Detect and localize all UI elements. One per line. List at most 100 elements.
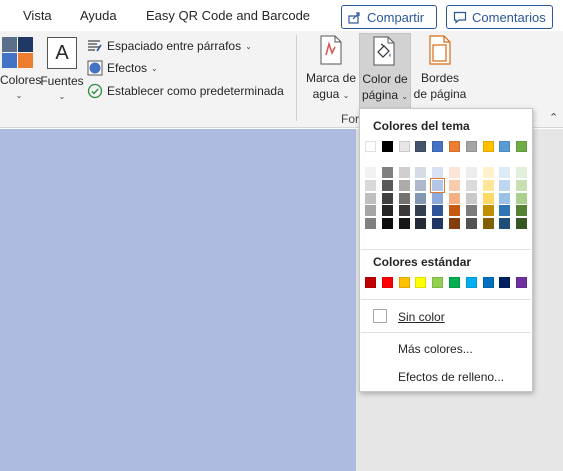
theme-shade-swatch[interactable] xyxy=(365,167,376,178)
effects-button[interactable]: Efectos ⌄ xyxy=(87,59,158,77)
theme-shade-swatch[interactable] xyxy=(516,179,528,191)
theme-shade-swatch[interactable] xyxy=(449,192,460,204)
theme-shade-swatch[interactable] xyxy=(381,205,393,217)
watermark-button[interactable]: Marca de agua ⌄ xyxy=(305,35,357,104)
no-color-option[interactable]: Sin color xyxy=(398,310,445,324)
theme-shade-swatch[interactable] xyxy=(516,205,528,217)
theme-shade-swatch[interactable] xyxy=(432,218,444,230)
standard-color-swatch[interactable] xyxy=(449,277,460,288)
theme-shade-swatch[interactable] xyxy=(499,167,511,178)
theme-shade-swatch[interactable] xyxy=(465,167,477,178)
comment-icon xyxy=(453,11,467,24)
checkmark-circle-icon xyxy=(87,83,103,99)
more-colors-option[interactable]: Más colores... xyxy=(398,342,473,356)
standard-color-swatch[interactable] xyxy=(432,277,444,288)
theme-shade-swatch[interactable] xyxy=(465,179,477,191)
effects-icon xyxy=(87,60,103,76)
theme-shade-swatch[interactable] xyxy=(365,179,376,191)
theme-shade-swatch[interactable] xyxy=(398,192,410,204)
theme-shade-swatch[interactable] xyxy=(415,179,427,191)
theme-color-swatch[interactable] xyxy=(415,141,427,152)
theme-shade-swatch[interactable] xyxy=(365,218,376,230)
theme-shade-swatch[interactable] xyxy=(516,192,528,204)
theme-shade-swatch[interactable] xyxy=(365,192,376,204)
watermark-label-line2: agua ⌄ xyxy=(312,87,350,101)
theme-shade-swatch[interactable] xyxy=(415,167,427,178)
document-page[interactable] xyxy=(0,129,356,471)
theme-shade-swatch[interactable] xyxy=(381,192,393,204)
theme-shade-swatch[interactable] xyxy=(449,179,460,191)
theme-shade-swatch[interactable] xyxy=(432,205,444,217)
theme-shade-swatch[interactable] xyxy=(415,218,427,230)
theme-shade-swatch[interactable] xyxy=(430,177,446,193)
standard-colors-heading: Colores estándar xyxy=(373,255,472,269)
theme-color-swatch[interactable] xyxy=(465,141,477,152)
theme-shade-swatch[interactable] xyxy=(482,192,494,204)
theme-shade-swatch[interactable] xyxy=(482,218,494,230)
theme-color-swatch[interactable] xyxy=(381,141,393,152)
theme-shade-swatch[interactable] xyxy=(381,179,393,191)
theme-color-swatch[interactable] xyxy=(432,141,444,152)
set-default-label: Establecer como predeterminada xyxy=(107,84,284,98)
theme-shade-swatch[interactable] xyxy=(449,205,460,217)
tab-vista[interactable]: Vista xyxy=(23,8,52,23)
theme-shade-swatch[interactable] xyxy=(365,205,376,217)
collapse-ribbon-icon[interactable]: ⌃ xyxy=(549,111,558,124)
theme-color-swatch[interactable] xyxy=(449,141,460,152)
page-borders-button[interactable]: Bordes de página xyxy=(413,35,467,102)
effects-label: Efectos xyxy=(107,61,148,75)
theme-shade-swatch[interactable] xyxy=(432,192,444,204)
theme-color-swatch[interactable] xyxy=(398,141,410,152)
theme-shade-swatch[interactable] xyxy=(449,218,460,230)
page-color-button[interactable]: Color de página ⌄ xyxy=(359,33,411,109)
theme-shade-swatch[interactable] xyxy=(499,218,511,230)
standard-color-swatch[interactable] xyxy=(381,277,393,288)
theme-shade-swatch[interactable] xyxy=(449,167,460,178)
theme-color-swatch[interactable] xyxy=(516,141,528,152)
page-color-label-line2: página ⌄ xyxy=(361,88,409,102)
set-default-button[interactable]: Establecer como predeterminada xyxy=(87,82,284,100)
theme-color-swatch[interactable] xyxy=(499,141,511,152)
theme-shade-swatch[interactable] xyxy=(516,167,528,178)
paragraph-spacing-label: Espaciado entre párrafos xyxy=(107,39,242,53)
standard-color-swatch[interactable] xyxy=(516,277,528,288)
watermark-icon xyxy=(320,35,342,65)
theme-color-swatch[interactable] xyxy=(482,141,494,152)
tab-easy-qr-code[interactable]: Easy QR Code and Barcode xyxy=(146,8,310,23)
standard-color-swatch[interactable] xyxy=(465,277,477,288)
theme-shade-swatch[interactable] xyxy=(398,179,410,191)
tab-ayuda[interactable]: Ayuda xyxy=(80,8,117,23)
theme-shade-swatch[interactable] xyxy=(465,218,477,230)
theme-shade-swatch[interactable] xyxy=(398,167,410,178)
theme-shade-swatch[interactable] xyxy=(381,167,393,178)
theme-shade-swatch[interactable] xyxy=(499,179,511,191)
share-button[interactable]: Compartir xyxy=(341,5,437,29)
theme-color-swatch[interactable] xyxy=(365,141,376,152)
paragraph-spacing-button[interactable]: Espaciado entre párrafos ⌄ xyxy=(87,37,252,55)
theme-shade-swatch[interactable] xyxy=(415,192,427,204)
standard-color-swatch[interactable] xyxy=(499,277,511,288)
theme-shade-swatch[interactable] xyxy=(482,205,494,217)
theme-shade-swatch[interactable] xyxy=(465,192,477,204)
theme-shade-swatch[interactable] xyxy=(516,218,528,230)
theme-shade-swatch[interactable] xyxy=(465,205,477,217)
standard-color-swatch[interactable] xyxy=(398,277,410,288)
standard-color-swatch[interactable] xyxy=(415,277,427,288)
theme-shade-swatch[interactable] xyxy=(398,205,410,217)
fill-effects-label: Efectos de relleno... xyxy=(398,370,505,384)
theme-shade-swatch[interactable] xyxy=(415,205,427,217)
page-color-icon xyxy=(373,36,395,66)
theme-shade-swatch[interactable] xyxy=(381,218,393,230)
theme-shade-swatch[interactable] xyxy=(398,218,410,230)
fill-effects-option[interactable]: Efectos de relleno... xyxy=(398,370,504,384)
theme-shade-swatch[interactable] xyxy=(499,205,511,217)
colors-button[interactable]: Colores ⌄ xyxy=(0,35,41,104)
theme-shade-swatch[interactable] xyxy=(482,179,494,191)
theme-shade-swatch[interactable] xyxy=(499,192,511,204)
theme-shade-swatch[interactable] xyxy=(482,167,494,178)
standard-color-swatch[interactable] xyxy=(482,277,494,288)
standard-color-swatch[interactable] xyxy=(365,277,376,288)
comments-button[interactable]: Comentarios xyxy=(446,5,553,29)
fonts-button[interactable]: A Fuentes ⌄ xyxy=(40,35,84,105)
theme-shade-swatch[interactable] xyxy=(432,167,444,178)
